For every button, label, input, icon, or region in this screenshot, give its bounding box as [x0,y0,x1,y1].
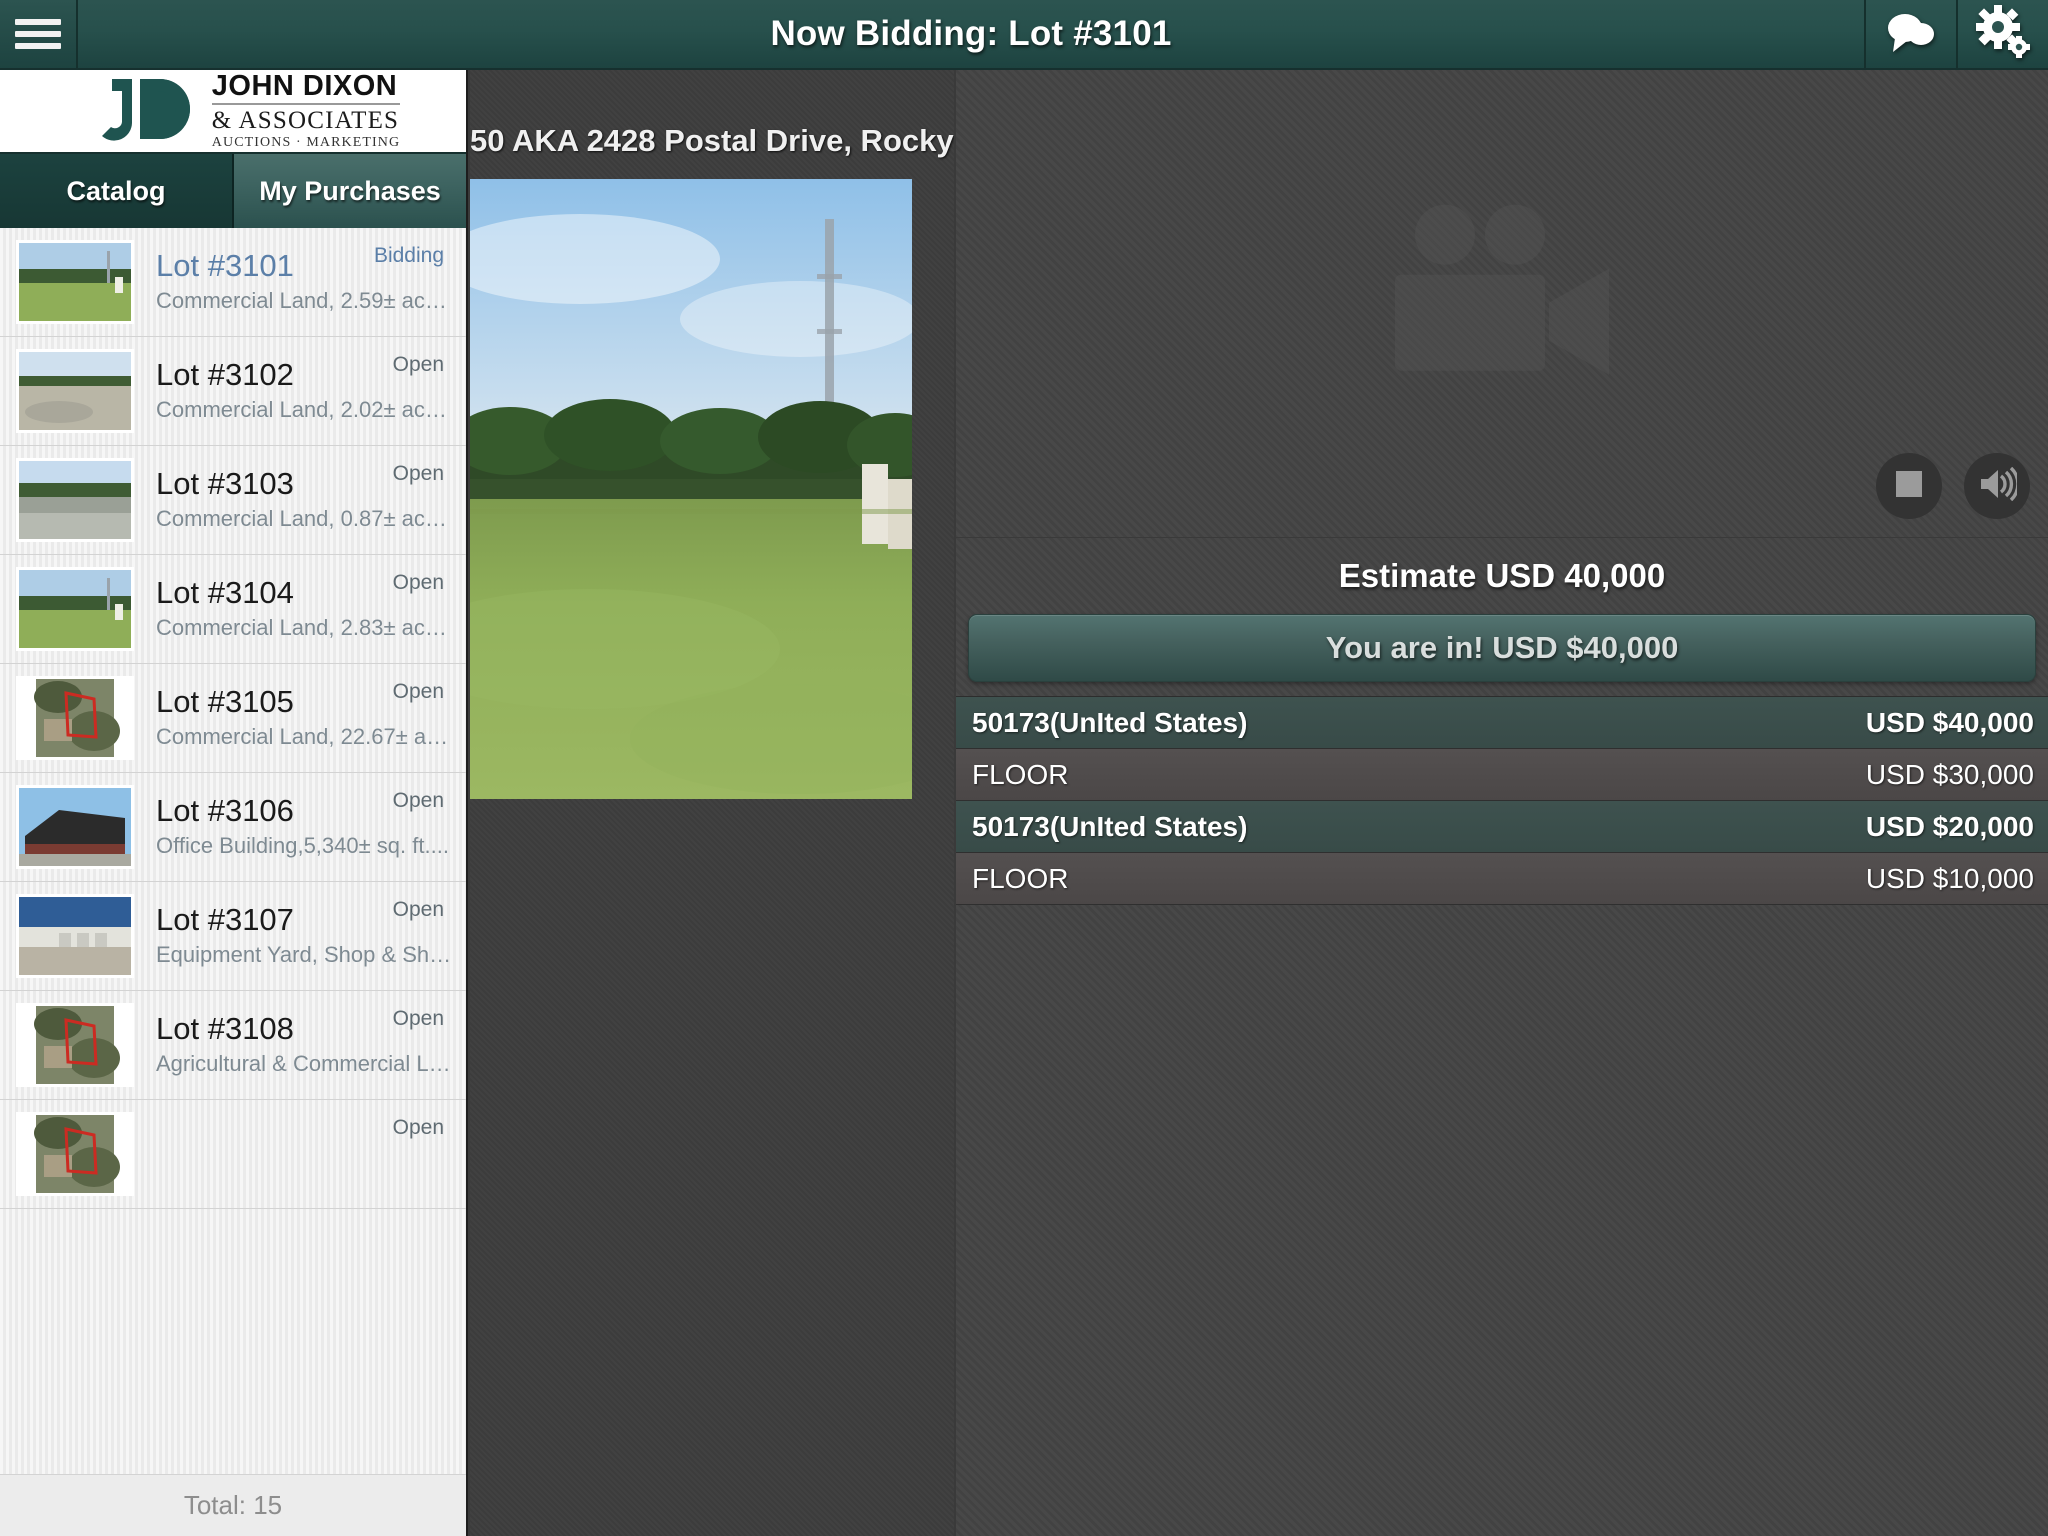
lot-thumbnail [16,894,134,978]
lot-thumbnail [16,567,134,651]
volume-icon [1977,466,2020,506]
center-panel: 50 AKA 2428 Postal Drive, Rocky Mo... [470,70,954,1536]
lot-list[interactable]: Lot #3101 Commercial Land, 2.59± acres, … [0,228,466,1474]
lot-list-item[interactable]: Lot #3107 Equipment Yard, Shop & Shelter… [0,882,466,991]
hamburger-icon [15,13,61,55]
lot-description: Agricultural & Commercial Land... [156,1051,454,1077]
top-app-bar: Now Bidding: Lot #3101 [0,0,2048,70]
lot-total-count: Total: 15 [0,1474,466,1536]
lot-description: Commercial Land, 2.59± acres, ... [156,288,454,314]
gear-icon [1974,4,2032,64]
brand-logo: JOHN DIXON & ASSOCIATES AUCTIONS · MARKE… [0,70,466,154]
bid-bidder: 50173(UnIted States) [972,706,1248,738]
stop-button[interactable] [1876,453,1942,519]
chat-button[interactable] [1864,0,1956,68]
lot-list-item[interactable]: Lot #3105 Commercial Land, 22.67± acres,… [0,664,466,773]
bid-amount: USD $10,000 [1865,862,2034,894]
brand-divider [211,103,401,105]
lot-list-item[interactable]: Lot #3104 Commercial Land, 2.83± acres, … [0,555,466,664]
lot-address: 50 AKA 2428 Postal Drive, Rocky Mo... [470,123,954,158]
bid-history-row: 50173(UnIted States) USD $20,000 [956,801,2048,853]
chat-bubble-icon [1883,8,1939,61]
jd-monogram-icon [94,75,202,147]
lot-photo[interactable] [470,179,912,799]
estimate-label: Estimate USD 40,000 [1338,557,1666,594]
lot-description: Commercial Land, 0.87± acres, ... [156,506,454,532]
lot-description: Office Building,5,340± sq. ft.... [156,833,449,859]
lot-status-badge: Open [392,353,444,376]
lot-status-badge: Open [392,1116,444,1139]
lot-status-badge: Bidding [373,244,444,267]
bid-amount: USD $30,000 [1865,758,2034,790]
video-stage[interactable] [956,70,2048,538]
bid-history-row: FLOOR USD $30,000 [956,749,2048,801]
lot-thumbnail [16,349,134,433]
lot-status-badge: Open [392,680,444,703]
lot-list-item[interactable]: Lot #3108 Agricultural & Commercial Land… [0,991,466,1100]
lot-list-item[interactable]: Lot #3103 Commercial Land, 0.87± acres, … [0,446,466,555]
lot-thumbnail [16,785,134,869]
lot-status-badge: Open [392,462,444,485]
lot-thumbnail [16,1003,134,1087]
tab-catalog[interactable]: Catalog [0,154,234,228]
lot-description: Commercial Land, 2.83± acres, ... [156,615,454,641]
bid-amount: USD $20,000 [1865,810,2034,842]
volume-button[interactable] [1964,453,2030,519]
brand-line-1: JOHN DIXON [211,70,398,102]
lot-status-badge: Open [392,789,444,812]
lot-status-badge: Open [392,898,444,921]
bid-history-list: 50173(UnIted States) USD $40,000 FLOOR US… [956,696,2048,905]
brand-line-3: AUCTIONS · MARKETING [211,135,401,150]
bid-status-button[interactable]: You are in! USD $40,000 [968,614,2036,682]
lot-description: Commercial Land, 22.67± acres,... [156,724,454,750]
sidebar-tabs: Catalog My Purchases [0,154,466,228]
lot-status-badge: Open [392,1007,444,1030]
stop-icon [1892,467,1926,506]
lot-list-item[interactable]: Lot #3106 Office Building,5,340± sq. ft.… [0,773,466,882]
lot-description: Equipment Yard, Shop & Shelter... [156,942,454,968]
brand-line-2: & ASSOCIATES [211,107,400,134]
hamburger-menu-button[interactable] [0,0,78,68]
lot-list-item[interactable]: Lot #3102 Commercial Land, 2.02± acres, … [0,337,466,446]
page-title: Now Bidding: Lot #3101 [770,14,1172,53]
lot-thumbnail [16,458,134,542]
media-controls [1876,453,2030,519]
bid-bidder: FLOOR [972,862,1069,894]
bid-history-row: 50173(UnIted States) USD $40,000 [956,697,2048,749]
lot-list-item[interactable]: Lot #3101 Commercial Land, 2.59± acres, … [0,228,466,337]
bid-bidder: 50173(UnIted States) [972,810,1248,842]
settings-button[interactable] [1956,0,2048,68]
lot-thumbnail [16,676,134,760]
video-camera-icon [1387,198,1617,393]
lot-thumbnail [16,240,134,324]
lot-thumbnail [16,1112,134,1196]
sidebar: JOHN DIXON & ASSOCIATES AUCTIONS · MARKE… [0,70,468,1536]
lot-list-item[interactable]: Open [0,1100,466,1209]
right-panel: Estimate USD 40,000 You are in! USD $40,… [956,70,2048,1536]
tab-my-purchases[interactable]: My Purchases [234,154,466,228]
lot-description: Commercial Land, 2.02± acres, ... [156,397,454,423]
lot-status-badge: Open [392,571,444,594]
bid-bidder: FLOOR [972,758,1069,790]
bid-amount: USD $40,000 [1865,706,2034,738]
bid-history-row: FLOOR USD $10,000 [956,853,2048,905]
